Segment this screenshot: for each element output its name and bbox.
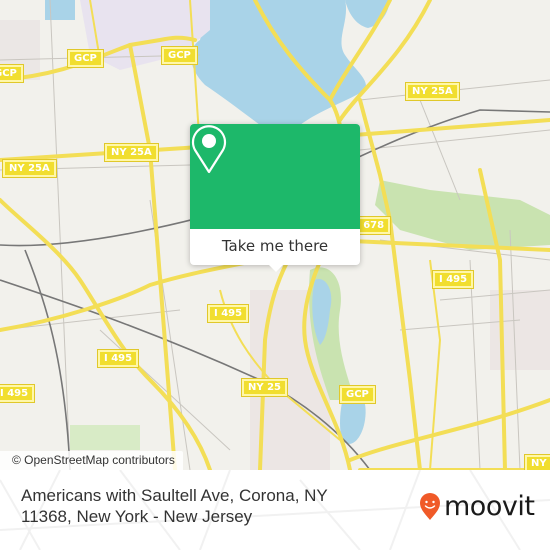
road-shield-ny25: NY 25 [242,379,288,396]
location-pin-icon [191,125,227,174]
map[interactable]: GCP GCP GCP GCP NY 25A NY 25A NY 25A I 6… [0,0,550,470]
road-shield-gcp: GCP [68,50,103,67]
map-attribution[interactable]: © OpenStreetMap contributors [0,451,183,470]
destination-popup: Take me there [190,124,360,272]
footer: Americans with Saultell Ave, Corona, NY … [0,470,550,550]
water-bay [190,0,366,125]
road-shield-i495: I 495 [208,305,249,322]
water-pond [45,0,75,20]
moovit-logo[interactable]: moovit [419,491,535,522]
road-shield-i495: I 495 [98,350,139,367]
popup-header [190,124,360,229]
road-shield-gcp: GCP [340,386,375,403]
popup-pointer [269,265,283,272]
park [70,425,140,450]
moovit-pin-icon [420,493,440,520]
brand-name: moovit [444,491,535,522]
road-shield-gcp: GCP [0,65,23,82]
take-me-there-button[interactable]: Take me there [190,229,360,265]
park [375,180,550,250]
road-shield-ny25a: NY 25A [406,83,459,100]
destination-address: Americans with Saultell Ave, Corona, NY … [21,486,328,526]
road-shield-i495: I 495 [0,385,35,402]
road-shield-i495: I 495 [433,271,474,288]
road-shield-gcp: GCP [162,47,197,64]
road-shield-ny25a: NY 25A [3,160,56,177]
road-shield-ny25a: NY 25A [105,144,158,161]
road-shield-ny25: NY 25 [525,455,550,470]
